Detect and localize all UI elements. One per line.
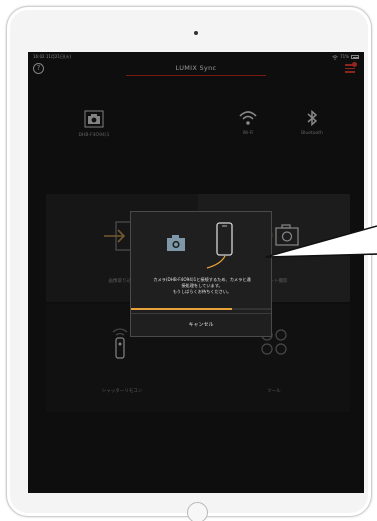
callout-lines <box>265 225 377 258</box>
